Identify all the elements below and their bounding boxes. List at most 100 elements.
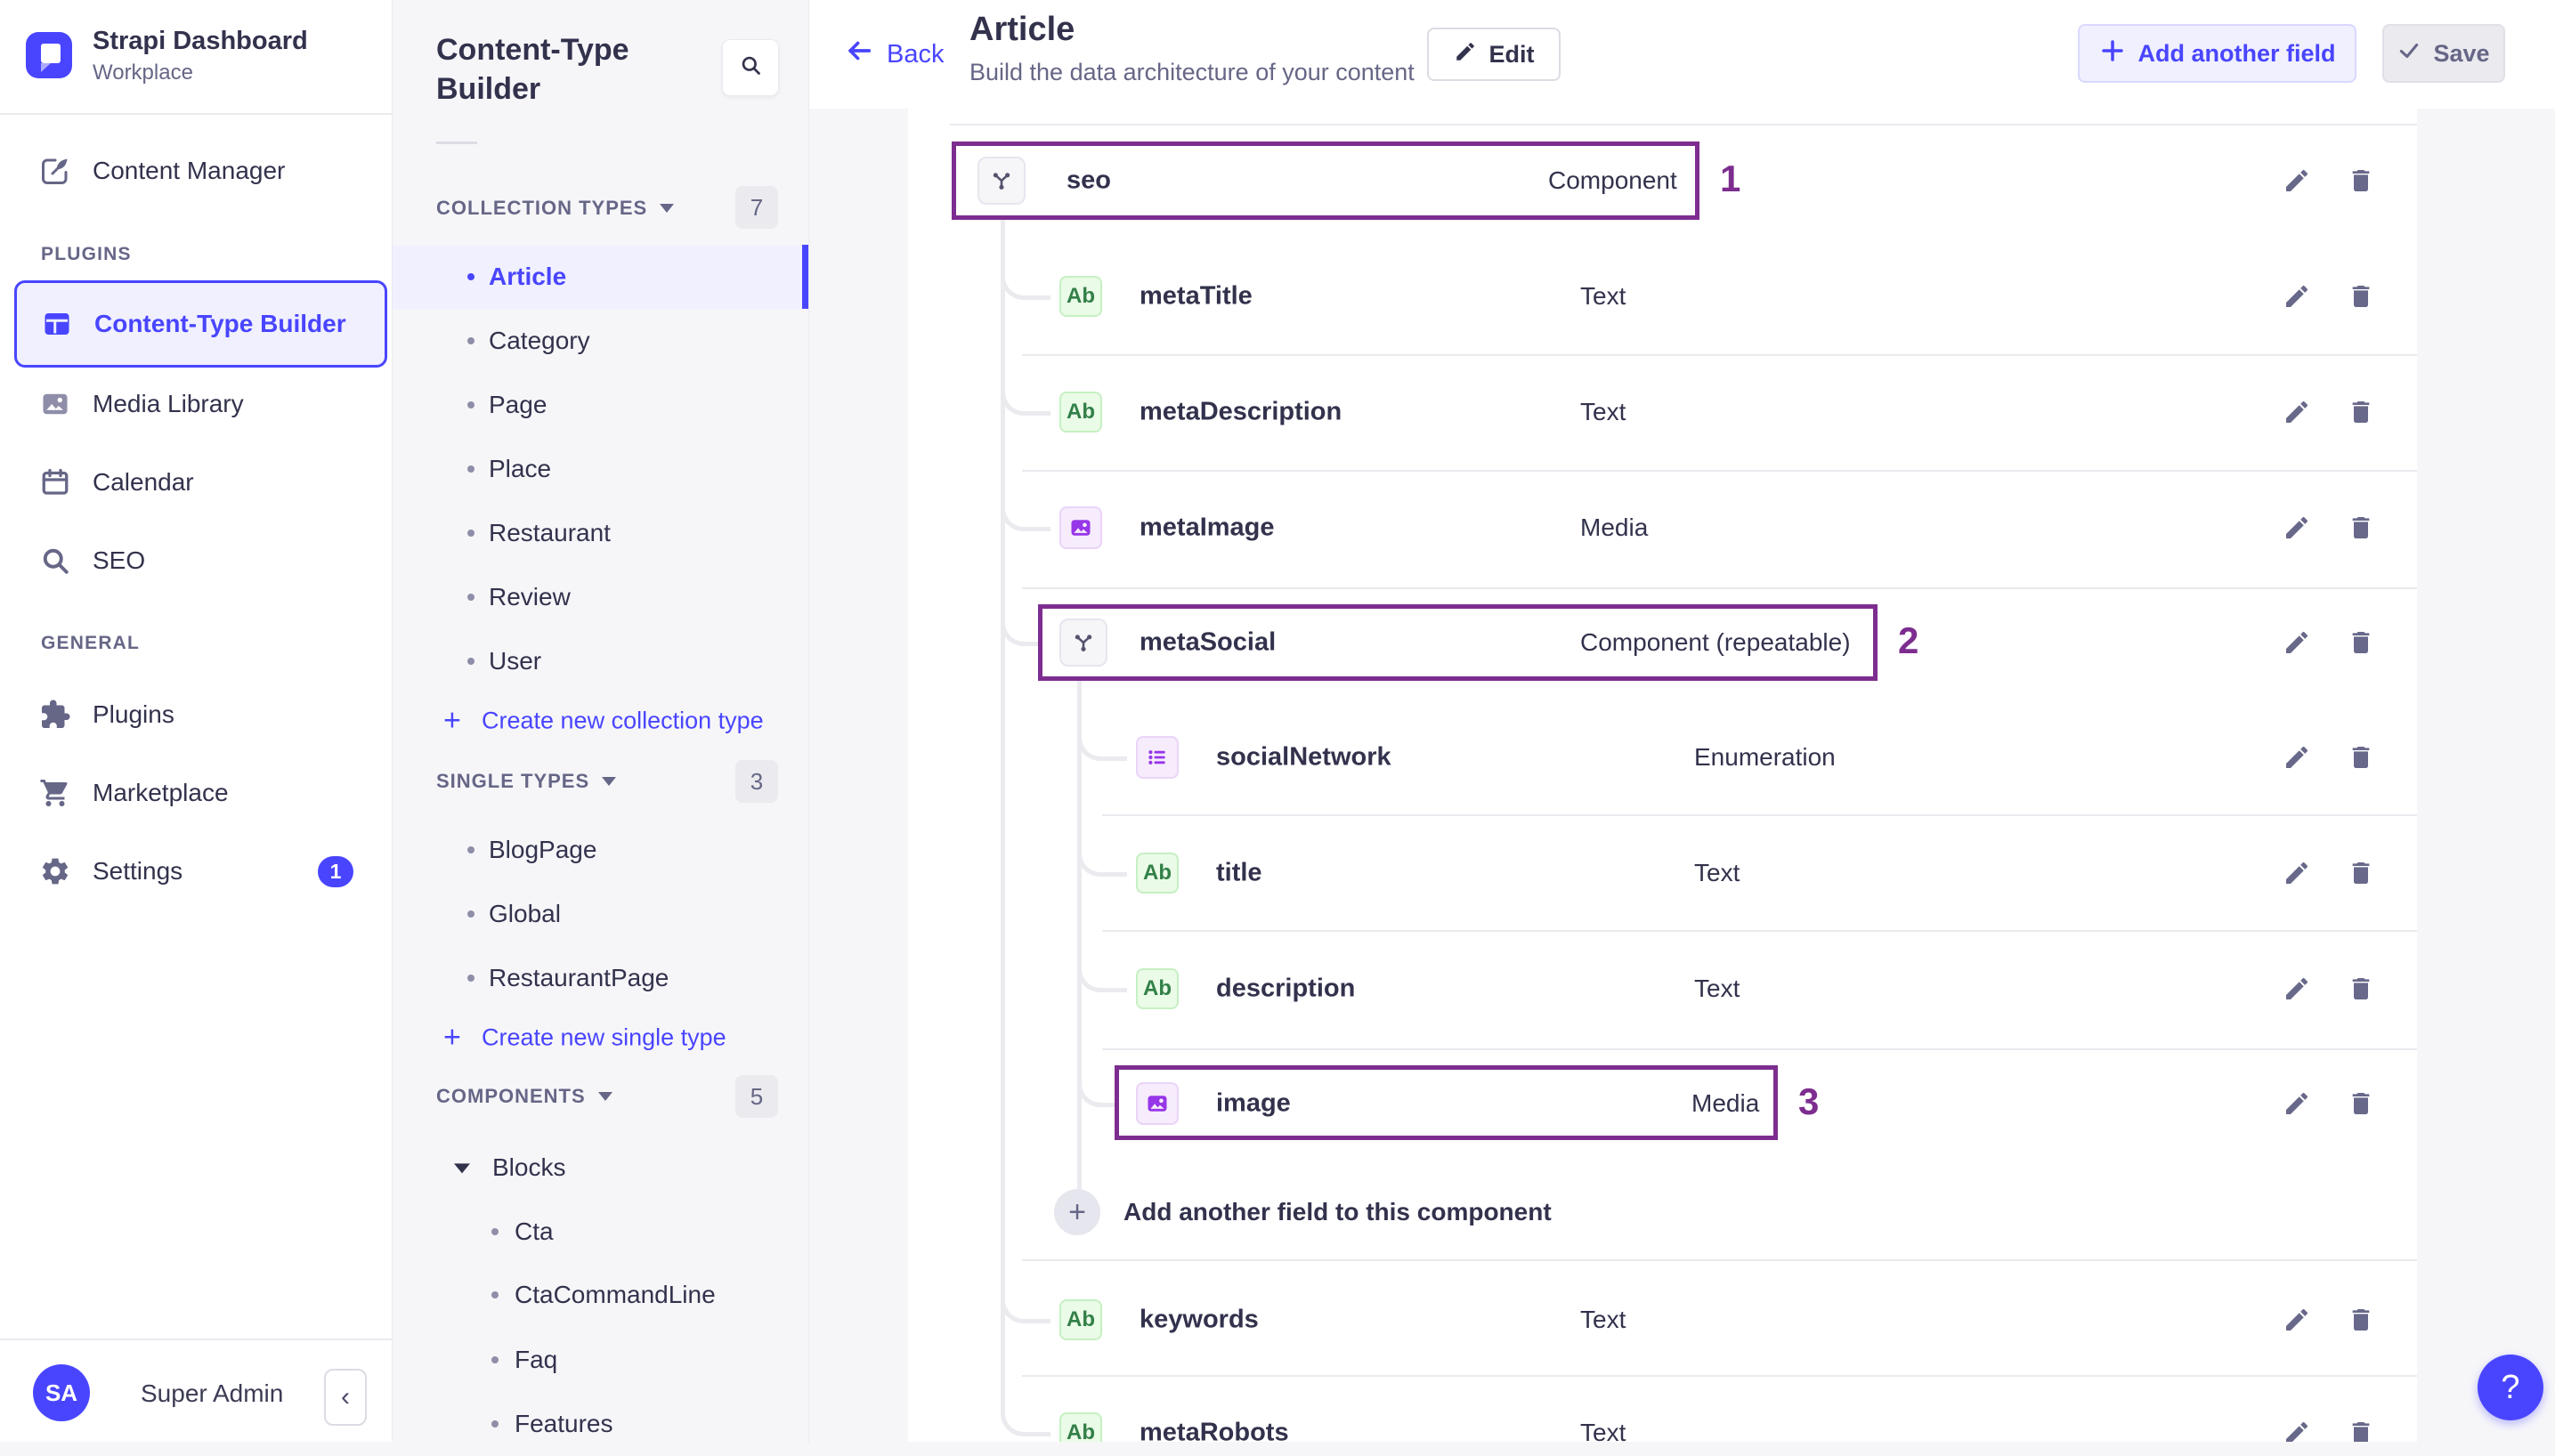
layout-grid-icon [41, 308, 73, 340]
edit-field-button[interactable] [2277, 161, 2316, 200]
sidebar-item-calendar[interactable]: Calendar [0, 450, 392, 514]
sidebar-item-restaurantpage[interactable]: RestaurantPage [392, 946, 808, 1010]
delete-field-button[interactable] [2341, 508, 2381, 547]
field-name: metaImage [1140, 513, 1275, 542]
sidebar-item-ctacommandline[interactable]: CtaCommandLine [392, 1263, 808, 1327]
puzzle-icon [39, 699, 71, 731]
sidebar-item-seo[interactable]: SEO [0, 529, 392, 593]
plus-icon [2099, 37, 2126, 70]
delete-field-button[interactable] [2341, 853, 2381, 893]
sidebar-item-global[interactable]: Global [392, 882, 808, 946]
sidebar-item-restaurant[interactable]: Restaurant [392, 501, 808, 565]
delete-field-button[interactable] [2341, 623, 2381, 662]
field-type: Text [1580, 1419, 1626, 1442]
add-field-to-component-row[interactable]: + Add another field to this component [908, 1154, 2417, 1270]
collection-types-count-badge: 7 [735, 186, 778, 229]
workspace-name: Workplace [93, 61, 193, 85]
plus-circle-icon: + [1054, 1189, 1100, 1235]
field-type: Text [1580, 398, 1626, 425]
edit-field-button[interactable] [2277, 853, 2316, 893]
sidebar-item-page[interactable]: Page [392, 373, 808, 437]
sidebar-item-media-library[interactable]: Media Library [0, 372, 392, 436]
page-subtitle: Build the data architecture of your cont… [969, 59, 1415, 85]
create-collection-type-link[interactable]: + Create new collection type [392, 689, 808, 753]
sidebar-item-faq[interactable]: Faq [392, 1328, 808, 1392]
section-header-general: GENERAL [41, 633, 141, 653]
divider [0, 113, 392, 115]
table-row: socialNetwork Enumeration [908, 700, 2417, 815]
edit-button[interactable]: Edit [1427, 28, 1561, 81]
fields-table: seo Component Ab metaTitle Text Ab metaD [908, 109, 2417, 1442]
edit-field-button[interactable] [2277, 508, 2316, 547]
collection-types-header[interactable]: COLLECTION TYPES [436, 189, 675, 228]
field-name: metaTitle [1140, 281, 1253, 311]
sidebar-item-features[interactable]: Features [392, 1392, 808, 1456]
media-field-icon [1059, 506, 1102, 549]
collapse-nav-button[interactable]: ‹ [324, 1369, 367, 1426]
edit-field-button[interactable] [2277, 1300, 2316, 1339]
components-count-badge: 5 [735, 1075, 778, 1118]
strapi-logo-icon [26, 32, 72, 78]
sidebar-item-marketplace[interactable]: Marketplace [0, 761, 392, 825]
table-row: Ab metaRobots Text [908, 1375, 2417, 1442]
bullet-icon [467, 846, 474, 853]
avatar[interactable]: SA [33, 1364, 90, 1421]
save-button[interactable]: Save [2382, 24, 2505, 83]
section-header-plugins: PLUGINS [41, 244, 132, 264]
components-header[interactable]: COMPONENTS [436, 1077, 612, 1116]
help-button[interactable]: ? [2478, 1355, 2543, 1420]
plus-icon: + [443, 1020, 461, 1055]
field-type: Component [1548, 166, 1677, 194]
sidebar-item-place[interactable]: Place [392, 437, 808, 501]
table-row: metaImage Media [908, 470, 2417, 586]
enumeration-field-icon [1136, 736, 1179, 779]
bullet-icon [467, 975, 474, 982]
edit-field-button[interactable] [2277, 1084, 2316, 1123]
create-single-type-link[interactable]: + Create new single type [392, 1006, 808, 1070]
edit-field-button[interactable] [2277, 623, 2316, 662]
content-type-builder-sidebar: Content-Type Builder COLLECTION TYPES 7 … [392, 0, 809, 1442]
delete-field-button[interactable] [2341, 1084, 2381, 1123]
sidebar-item-cta[interactable]: Cta [392, 1200, 808, 1264]
field-type: Text [1580, 282, 1626, 310]
bullet-icon [467, 910, 474, 918]
arrow-left-icon [844, 36, 874, 73]
edit-field-button[interactable] [2277, 738, 2316, 777]
back-link[interactable]: Back [844, 36, 944, 73]
delete-field-button[interactable] [2341, 969, 2381, 1008]
component-group-blocks[interactable]: Blocks [392, 1136, 808, 1200]
check-icon [2397, 39, 2421, 69]
annotation-number-3: 3 [1798, 1080, 1820, 1122]
sidebar-item-category[interactable]: Category [392, 309, 808, 373]
text-field-icon: Ab [1059, 276, 1102, 317]
search-button[interactable] [722, 39, 779, 96]
single-types-header[interactable]: SINGLE TYPES [436, 762, 617, 801]
sidebar-item-content-manager[interactable]: Content Manager [0, 139, 392, 203]
add-another-field-button[interactable]: Add another field [2078, 24, 2356, 83]
edit-field-button[interactable] [2277, 277, 2316, 316]
sidebar-item-review[interactable]: Review [392, 565, 808, 629]
sidebar-item-content-type-builder[interactable]: Content-Type Builder [14, 280, 387, 368]
delete-field-button[interactable] [2341, 277, 2381, 316]
sidebar-item-blogpage[interactable]: BlogPage [392, 818, 808, 882]
text-field-icon: Ab [1059, 1299, 1102, 1340]
table-row: Ab metaTitle Text [908, 239, 2417, 354]
field-name: keywords [1140, 1305, 1259, 1334]
text-field-icon: Ab [1059, 392, 1102, 433]
bullet-icon [491, 1420, 499, 1428]
delete-field-button[interactable] [2341, 1413, 2381, 1442]
sidebar-item-user[interactable]: User [392, 629, 808, 693]
edit-field-button[interactable] [2277, 392, 2316, 432]
field-type: Text [1694, 859, 1740, 886]
sidebar-item-plugins[interactable]: Plugins [0, 683, 392, 747]
single-types-count-badge: 3 [735, 760, 778, 803]
sidebar-item-article[interactable]: Article [392, 245, 808, 309]
plus-icon: + [443, 703, 461, 738]
delete-field-button[interactable] [2341, 161, 2381, 200]
delete-field-button[interactable] [2341, 738, 2381, 777]
delete-field-button[interactable] [2341, 392, 2381, 432]
edit-field-button[interactable] [2277, 969, 2316, 1008]
edit-field-button[interactable] [2277, 1413, 2316, 1442]
page-header: Back Article Build the data architecture… [808, 0, 2555, 109]
delete-field-button[interactable] [2341, 1300, 2381, 1339]
